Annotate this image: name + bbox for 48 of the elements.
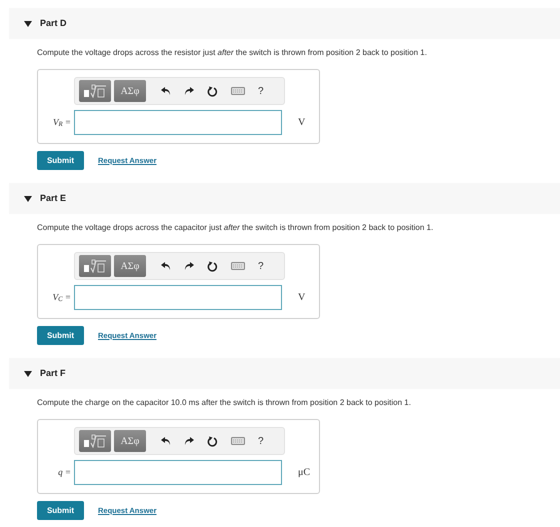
templates-icon xyxy=(83,434,107,448)
symbols-button[interactable]: ΑΣφ xyxy=(114,80,146,102)
caret-down-icon xyxy=(24,370,32,376)
part-header[interactable]: Part F xyxy=(9,358,560,389)
part-title: Part E xyxy=(40,192,66,205)
question-text: Compute the charge on the capacitor 10.0 ms after the switch is thrown from position 2 back to position 1. xyxy=(37,398,412,408)
undo-icon[interactable] xyxy=(161,436,171,446)
templates-button[interactable] xyxy=(79,80,111,102)
help-button[interactable]: ? xyxy=(258,258,264,274)
submit-button[interactable]: Submit xyxy=(37,151,84,170)
question-text: Compute the voltage drops across the resistor just after the switch is thrown from position 2 back to position 1. xyxy=(37,48,428,58)
help-button[interactable]: ? xyxy=(258,84,264,98)
question-text: Compute the voltage drops across the capacitor just after the switch is thrown from position 2 back to position 1. xyxy=(37,223,434,233)
part-header[interactable]: Part D xyxy=(9,8,560,39)
submit-button[interactable]: Submit xyxy=(37,326,84,345)
reset-icon[interactable] xyxy=(207,436,218,446)
redo-icon[interactable] xyxy=(184,261,194,271)
answer-label: q = xyxy=(57,466,72,479)
help-button[interactable]: ? xyxy=(258,434,264,448)
reset-icon[interactable] xyxy=(207,86,218,96)
caret-down-icon xyxy=(24,20,32,26)
answer-label: V$_{R}$ = xyxy=(52,116,72,130)
answer-field[interactable] xyxy=(74,460,282,485)
keyboard-icon[interactable] xyxy=(231,87,245,95)
submit-button[interactable]: Submit xyxy=(37,501,84,520)
undo-icon[interactable] xyxy=(161,86,171,96)
answer-label: V$_{C}$ = xyxy=(52,290,72,304)
reset-icon[interactable] xyxy=(207,260,218,272)
symbols-button[interactable]: ΑΣφ xyxy=(114,430,146,452)
unit-label: μC xyxy=(298,466,310,480)
keyboard-icon[interactable] xyxy=(231,262,245,270)
caret-down-icon xyxy=(24,196,32,202)
templates-icon xyxy=(83,84,107,98)
redo-icon[interactable] xyxy=(184,436,194,446)
unit-label: V xyxy=(298,116,306,130)
undo-icon[interactable] xyxy=(161,261,171,271)
templates-icon xyxy=(83,259,107,273)
part-header[interactable]: Part E xyxy=(9,183,560,214)
redo-icon[interactable] xyxy=(184,86,194,96)
answer-field[interactable] xyxy=(74,110,282,135)
templates-button[interactable] xyxy=(79,430,111,452)
symbols-button[interactable]: ΑΣφ xyxy=(114,255,146,277)
keyboard-icon[interactable] xyxy=(231,437,245,445)
answer-field[interactable] xyxy=(74,285,282,310)
templates-button[interactable] xyxy=(79,255,111,277)
part-title: Part F xyxy=(40,366,66,380)
part-title: Part D xyxy=(40,16,67,30)
unit-label: V xyxy=(298,291,306,305)
